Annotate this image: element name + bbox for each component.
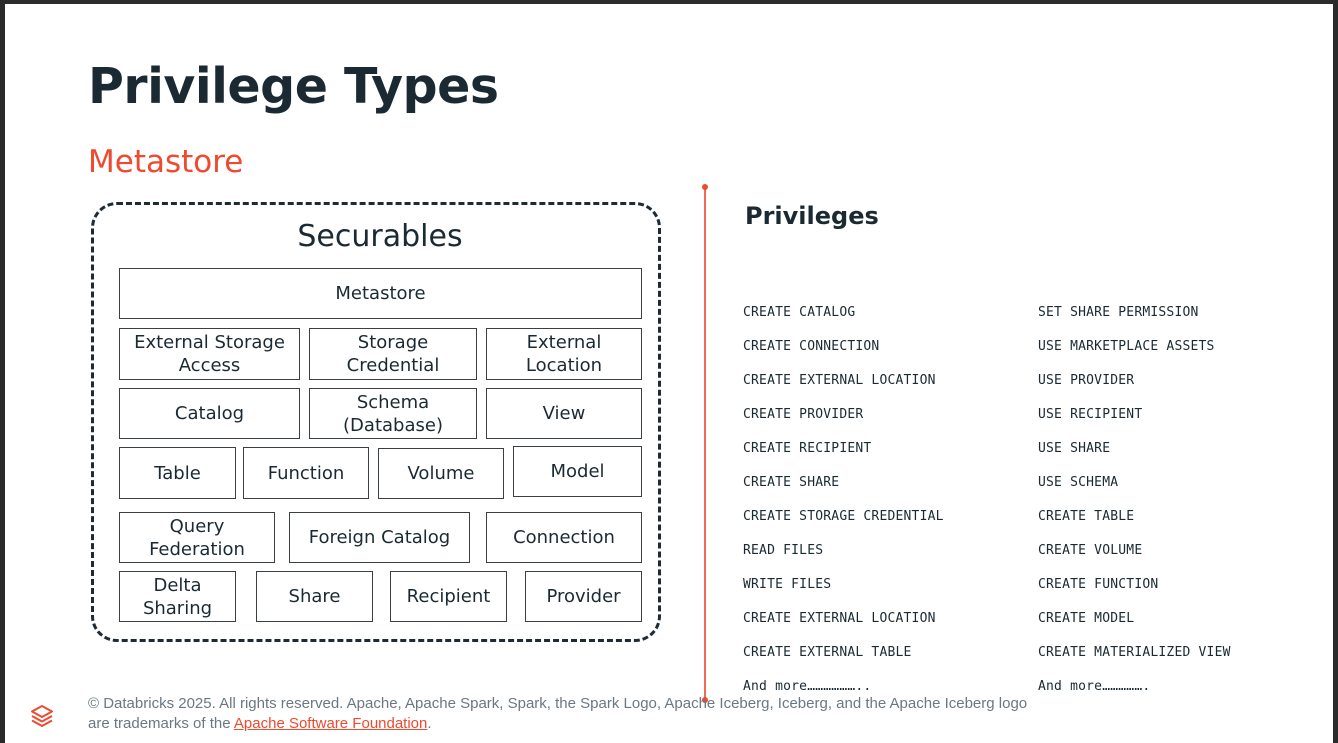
privilege-item: CREATE FUNCTION bbox=[1038, 577, 1159, 592]
securable-provider: Provider bbox=[525, 571, 642, 622]
privilege-item: CREATE MATERIALIZED VIEW bbox=[1038, 645, 1231, 660]
copyright-footer: © Databricks 2025. All rights reserved. … bbox=[88, 694, 1028, 733]
securable-foreign-catalog: Foreign Catalog bbox=[289, 512, 470, 563]
securable-table: Table bbox=[119, 447, 236, 499]
privilege-item: CREATE RECIPIENT bbox=[743, 441, 872, 456]
securable-delta-sharing: Delta Sharing bbox=[119, 571, 236, 622]
vertical-divider bbox=[704, 188, 706, 702]
databricks-logo-icon bbox=[31, 705, 53, 727]
section-subtitle: Metastore bbox=[88, 144, 244, 180]
privilege-item: SET SHARE PERMISSION bbox=[1038, 305, 1199, 320]
securable-catalog: Catalog bbox=[119, 388, 300, 439]
privilege-item: CREATE EXTERNAL LOCATION bbox=[743, 611, 936, 626]
slide: Privilege Types Metastore Securables Met… bbox=[5, 4, 1333, 743]
securable-volume: Volume bbox=[378, 448, 504, 499]
privilege-item: CREATE VOLUME bbox=[1038, 543, 1143, 558]
privilege-item: CREATE CATALOG bbox=[743, 305, 856, 320]
privilege-item: CREATE SHARE bbox=[743, 475, 840, 490]
securable-recipient: Recipient bbox=[390, 571, 507, 622]
securable-view: View bbox=[486, 388, 642, 439]
securable-external-storage-access: External Storage Access bbox=[119, 328, 300, 380]
privileges-column-2: SET SHARE PERMISSION USE MARKETPLACE ASS… bbox=[1038, 296, 1231, 704]
privileges-heading: Privileges bbox=[745, 202, 879, 230]
page-title: Privilege Types bbox=[88, 58, 499, 115]
divider-top-dot bbox=[702, 184, 708, 190]
securable-storage-credential: Storage Credential bbox=[309, 328, 477, 380]
securable-schema: Schema (Database) bbox=[309, 388, 477, 439]
securables-title: Securables bbox=[297, 219, 463, 254]
privileges-column-1: CREATE CATALOG CREATE CONNECTION CREATE … bbox=[743, 296, 944, 704]
securable-external-location: External Location bbox=[486, 328, 642, 380]
securable-function: Function bbox=[243, 447, 369, 499]
securable-model: Model bbox=[513, 446, 642, 497]
privilege-item: USE PROVIDER bbox=[1038, 373, 1135, 388]
privilege-item: READ FILES bbox=[743, 543, 824, 558]
securable-connection: Connection bbox=[486, 512, 642, 563]
securable-share: Share bbox=[256, 571, 373, 622]
privilege-item: CREATE CONNECTION bbox=[743, 339, 880, 354]
privilege-item: CREATE TABLE bbox=[1038, 509, 1135, 524]
privilege-item: CREATE STORAGE CREDENTIAL bbox=[743, 509, 944, 524]
securable-query-federation: Query Federation bbox=[119, 512, 275, 563]
privilege-item: CREATE EXTERNAL TABLE bbox=[743, 645, 912, 660]
privilege-item: USE SHARE bbox=[1038, 441, 1111, 456]
securable-metastore: Metastore bbox=[119, 268, 642, 319]
apache-foundation-link[interactable]: Apache Software Foundation bbox=[234, 715, 427, 732]
copyright-text: © Databricks 2025. All rights reserved. … bbox=[88, 695, 1028, 732]
privilege-item: USE RECIPIENT bbox=[1038, 407, 1143, 422]
privilege-item: WRITE FILES bbox=[743, 577, 832, 592]
privilege-and-more: And more……………. bbox=[1038, 679, 1151, 694]
privilege-item: CREATE MODEL bbox=[1038, 611, 1135, 626]
privilege-item: USE SCHEMA bbox=[1038, 475, 1119, 490]
copyright-suffix: . bbox=[427, 714, 432, 732]
privilege-item: CREATE PROVIDER bbox=[743, 407, 864, 422]
privilege-item: USE MARKETPLACE ASSETS bbox=[1038, 339, 1215, 354]
privilege-item: CREATE EXTERNAL LOCATION bbox=[743, 373, 936, 388]
